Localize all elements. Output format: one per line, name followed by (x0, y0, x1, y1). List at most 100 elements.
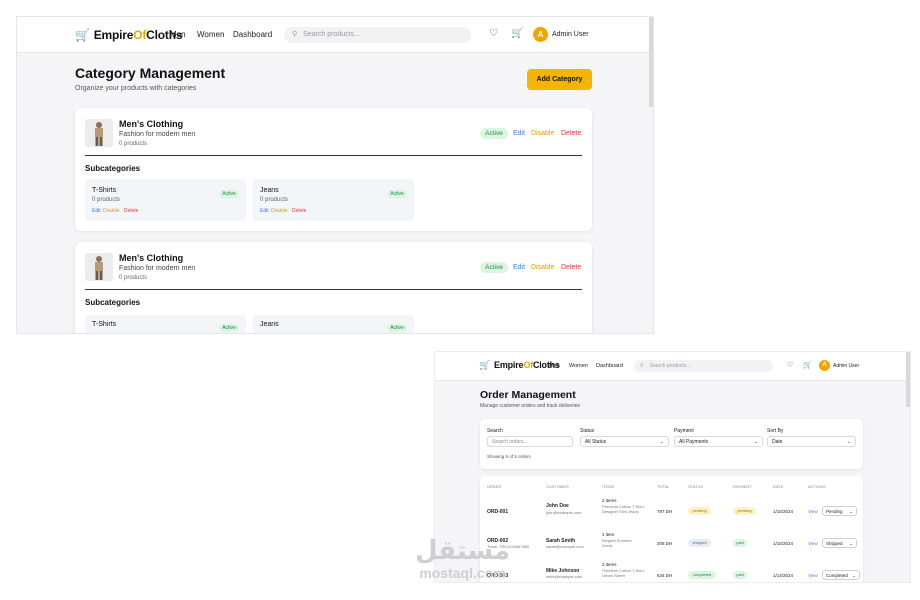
category-thumbnail (85, 253, 113, 281)
nav-link-women[interactable]: Women (569, 363, 588, 369)
payment-badge: paid (733, 571, 747, 579)
delete-category-link[interactable]: Delete (561, 264, 581, 271)
avatar[interactable]: A (533, 27, 548, 42)
delete-subcategory-link[interactable]: Delete (292, 208, 306, 214)
showing-count: Showing 5 of 5 orders (487, 454, 531, 459)
subcategory-card: T-Shirts 0 products Active Edit Disable … (85, 179, 246, 221)
cart-icon[interactable]: 🛒 (803, 361, 812, 369)
cart-icon[interactable]: 🛒 (511, 28, 523, 39)
edit-category-link[interactable]: Edit (513, 130, 525, 137)
nav-link-men[interactable]: Men (170, 30, 186, 39)
watermark-latin: mostaql.com (419, 565, 506, 581)
disable-category-link[interactable]: Disable (531, 130, 554, 137)
column-header: Actions (808, 484, 826, 489)
delete-subcategory-link[interactable]: Delete (124, 208, 138, 214)
order-date: 1/15/2024 (773, 541, 794, 546)
disable-category-link[interactable]: Disable (531, 264, 554, 271)
order-date: 1/14/2024 (773, 573, 794, 578)
customer-email: mike@example.com (546, 574, 583, 579)
user-name[interactable]: Admin User (833, 363, 859, 369)
chevron-down-icon: ⌄ (849, 541, 853, 546)
column-header: Order (487, 484, 502, 489)
payment-badge: pending (733, 507, 756, 515)
brand-logo[interactable]: 🛒 EmpireOfCloths (479, 360, 560, 371)
nav-link-women[interactable]: Women (197, 30, 224, 39)
view-order-link[interactable]: View (808, 509, 818, 514)
sort-filter-label: Sort By (767, 428, 784, 434)
nav-link-dashboard[interactable]: Dashboard (233, 30, 272, 39)
heart-icon[interactable]: ♡ (489, 28, 498, 39)
view-order-link[interactable]: View (808, 573, 818, 578)
order-status-select[interactable]: Completed ⌄ (822, 570, 860, 580)
page-title: Order Management (480, 389, 576, 401)
watermark-arabic: مستقل (414, 535, 511, 565)
subcategory-name: Jeans (260, 187, 279, 194)
nav-link-men[interactable]: Men (549, 363, 560, 369)
search-filter-label: Search (487, 428, 503, 434)
search-input[interactable]: ⚲ Search products... (634, 360, 773, 372)
items-description: Premium Cotton T-Shirt, Designer Slim Je… (602, 504, 645, 514)
items-description: Premium Cotton T-Shirt, Urban Street (602, 568, 645, 578)
disable-subcategory-link[interactable]: Disable (271, 208, 288, 214)
items-count: 1 item (602, 532, 615, 537)
cart-logo-icon: 🛒 (75, 28, 90, 42)
chevron-down-icon: ⌄ (659, 439, 664, 445)
subcategory-card: Jeans Active (253, 315, 414, 333)
page-scrollbar[interactable] (649, 17, 653, 107)
chevron-down-icon: ⌄ (846, 439, 851, 445)
column-header: Total (657, 484, 670, 489)
order-total: 634 DH (657, 573, 673, 578)
divider (85, 289, 582, 290)
nav-link-dashboard[interactable]: Dashboard (596, 363, 623, 369)
order-status-select[interactable]: Shipped ⌄ (822, 538, 857, 548)
status-badge: completed (688, 571, 716, 579)
avatar[interactable]: A (819, 360, 830, 371)
search-input[interactable]: ⚲ Search products... (284, 27, 471, 43)
status-badge: Active (480, 262, 508, 273)
subcategory-name: T-Shirts (92, 187, 117, 194)
view-order-link[interactable]: View (808, 541, 818, 546)
user-name[interactable]: Admin User (552, 31, 589, 38)
order-search-input[interactable]: Search orders... (487, 436, 573, 447)
subcategory-card: Jeans 0 products Active Edit Disable Del… (253, 179, 414, 221)
subcategories-title: Subcategories (85, 298, 141, 307)
chevron-down-icon: ⌄ (852, 573, 856, 578)
top-navbar: 🛒 EmpireOfCloths Men Women Dashboard ⚲ Sea… (17, 17, 653, 53)
status-badge: Active (219, 190, 239, 198)
page-scrollbar[interactable] (906, 352, 910, 407)
items-description: Elegant Summer Dress (602, 538, 632, 548)
add-category-button[interactable]: Add Category (527, 69, 592, 90)
delete-category-link[interactable]: Delete (561, 130, 581, 137)
status-select[interactable]: All Status ⌄ (580, 436, 669, 447)
edit-subcategory-link[interactable]: Edit (260, 208, 269, 214)
status-badge: shipped (688, 539, 711, 547)
edit-subcategory-link[interactable]: Edit (92, 208, 101, 214)
filters-panel: Search Search orders... Status All Statu… (480, 419, 863, 469)
disable-subcategory-link[interactable]: Disable (103, 208, 120, 214)
customer-email: john@example.com (546, 510, 582, 515)
orders-table: Order Customer Items Total Status Paymen… (480, 476, 863, 582)
subcategories-title: Subcategories (85, 164, 141, 173)
customer-email: sarah@example.com (546, 544, 584, 549)
status-badge: pending (688, 507, 711, 515)
category-management-screenshot: 🛒 EmpireOfCloths Men Women Dashboard ⚲ Sea… (16, 16, 654, 334)
page-title: Category Management (75, 65, 226, 81)
search-icon: ⚲ (292, 31, 298, 38)
order-total: 208 DH (657, 541, 673, 546)
sort-select[interactable]: Date ⌄ (767, 436, 856, 447)
column-header: Customer (546, 484, 569, 489)
order-date: 1/15/2024 (773, 509, 794, 514)
brand-logo[interactable]: 🛒 EmpireOfCloths (75, 28, 183, 42)
column-header: Date (773, 484, 784, 489)
order-status-select[interactable]: Pending ⌄ (822, 506, 857, 516)
status-badge: Active (219, 324, 239, 332)
subcategory-name: Jeans (260, 321, 279, 328)
subcategory-count: 0 products (92, 197, 121, 203)
payment-select[interactable]: All Payments ⌄ (674, 436, 763, 447)
heart-icon[interactable]: ♡ (787, 361, 793, 369)
order-total: 797 DH (657, 509, 673, 514)
mostaql-watermark: مستقل mostaql.com (405, 535, 520, 587)
edit-category-link[interactable]: Edit (513, 264, 525, 271)
payment-badge: paid (733, 539, 747, 547)
category-card: Men's Clothing Fashion for modern men 0 … (75, 242, 592, 333)
